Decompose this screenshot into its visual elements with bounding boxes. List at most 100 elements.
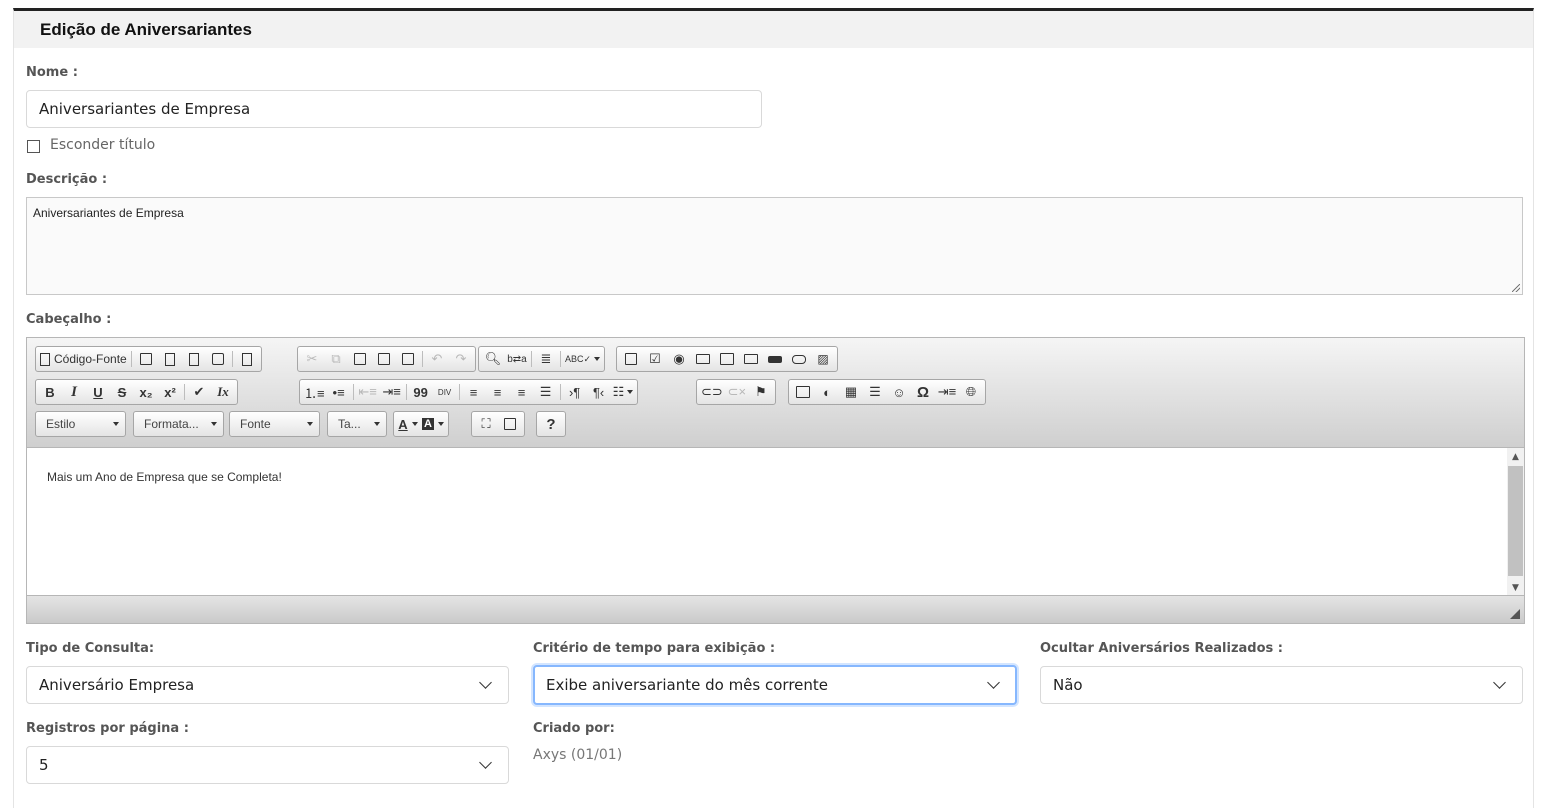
strike-button[interactable]: S [112, 382, 132, 402]
cut-button[interactable]: ✂ [302, 349, 322, 369]
justify-button[interactable]: ☰ [536, 382, 556, 402]
bold-button[interactable]: B [40, 382, 60, 402]
underline-icon: U [93, 384, 103, 400]
size-combo[interactable]: Ta... [327, 411, 387, 437]
nome-input[interactable]: Aniversariantes de Empresa [26, 90, 762, 128]
source-button[interactable]: Código-Fonte [40, 349, 127, 369]
text-color-icon: A [398, 416, 408, 432]
preview-button[interactable] [184, 349, 204, 369]
criterio-select[interactable]: Exibe aniversariante do mês corrente [533, 665, 1017, 705]
superscript-button[interactable]: x² [160, 382, 180, 402]
undo-button[interactable]: ↶ [427, 349, 447, 369]
bg-color-button[interactable]: A [422, 414, 444, 434]
print-button[interactable] [208, 349, 228, 369]
table-button[interactable]: ▦ [841, 382, 861, 402]
align-center-button[interactable]: ≡ [488, 382, 508, 402]
remove-format-icon: Ix [217, 384, 229, 399]
rtl-button[interactable]: ¶‹ [589, 382, 609, 402]
replace-button[interactable]: b⇄a [507, 349, 527, 369]
anchor-button[interactable]: ⚑ [751, 382, 771, 402]
esconder-titulo-checkbox[interactable] [27, 140, 40, 153]
subscript-button[interactable]: x₂ [136, 382, 156, 402]
bulleted-list-button[interactable]: •≡ [329, 382, 349, 402]
ocultar-value: Não [1053, 676, 1083, 694]
unlink-button[interactable]: ⊂× [727, 382, 747, 402]
text-field-button[interactable] [693, 349, 713, 369]
paste-text-button[interactable] [374, 349, 394, 369]
criterio-value: Exibe aniversariante do mês corrente [546, 676, 828, 694]
underline-button[interactable]: U [88, 382, 108, 402]
select-all-button[interactable]: ≣ [536, 349, 556, 369]
horizontal-rule-button[interactable]: ☰ [865, 382, 885, 402]
editor-content-text: Mais um Ano de Empresa que se Completa! [47, 470, 282, 484]
chevron-down-icon [211, 422, 217, 426]
italic-button[interactable]: I [64, 382, 84, 402]
div-button[interactable]: DIV [435, 382, 455, 402]
font-combo[interactable]: Fonte [229, 411, 320, 437]
link-button[interactable]: ⊂⊃ [701, 382, 723, 402]
blockquote-button[interactable]: 99 [411, 382, 431, 402]
indent-button[interactable]: ⇥≡ [382, 382, 402, 402]
select-button[interactable] [741, 349, 761, 369]
remove-format-button[interactable]: Ix [213, 382, 233, 402]
esconder-titulo-label[interactable]: Esconder título [50, 137, 155, 153]
ltr-button[interactable]: ›¶ [565, 382, 585, 402]
templates-button[interactable] [237, 349, 257, 369]
descricao-textarea[interactable]: Aniversariantes de Empresa [26, 197, 1523, 295]
copy-icon: ⧉ [331, 351, 341, 366]
tipo-consulta-select[interactable]: Aniversário Empresa [26, 666, 509, 704]
paste-button[interactable] [350, 349, 370, 369]
style-combo[interactable]: Estilo [35, 411, 126, 437]
paste-icon [354, 353, 366, 365]
flash-button[interactable]: ◐ [817, 382, 837, 402]
registros-select[interactable]: 5 [26, 746, 509, 784]
checkbox-button[interactable]: ☑ [645, 349, 665, 369]
language-button[interactable]: ☷ [613, 382, 634, 402]
help-icon: ? [546, 415, 556, 433]
resize-grip-icon[interactable] [1512, 284, 1520, 292]
resize-grip-icon[interactable] [1510, 609, 1520, 619]
find-button[interactable]: 🔍︎ [483, 349, 503, 369]
text-color-button[interactable]: A [398, 414, 418, 434]
numbered-list-button[interactable]: ⒈≡ [304, 382, 325, 402]
button-button[interactable] [765, 349, 785, 369]
page-title: Edição de Aniversariantes [40, 20, 252, 39]
ocultar-select[interactable]: Não [1040, 666, 1523, 704]
scroll-thumb[interactable] [1508, 466, 1523, 576]
align-right-button[interactable]: ≡ [512, 382, 532, 402]
scissors-icon: ✂ [306, 351, 318, 366]
copy-format-button[interactable]: ✔ [189, 382, 209, 402]
paste-word-button[interactable] [398, 349, 418, 369]
paste-text-icon [378, 353, 390, 365]
hidden-field-button[interactable]: ▨ [813, 349, 833, 369]
outdent-button[interactable]: ⇤≡ [358, 382, 378, 402]
redo-button[interactable]: ↷ [451, 349, 471, 369]
image-button-button[interactable] [789, 349, 809, 369]
tipo-consulta-value: Aniversário Empresa [39, 676, 195, 694]
special-char-button[interactable]: Ω [913, 382, 933, 402]
help-button[interactable]: ? [541, 414, 561, 434]
image-button[interactable] [793, 382, 813, 402]
scroll-up-icon[interactable]: ▲ [1507, 448, 1524, 465]
copy-button[interactable]: ⧉ [326, 349, 346, 369]
maximize-button[interactable]: ⛶ [476, 414, 496, 434]
iframe-button[interactable]: 🌐︎ [961, 382, 981, 402]
show-blocks-button[interactable] [500, 414, 520, 434]
paste-word-icon [402, 353, 414, 365]
toolbar-group-colors: A A [393, 411, 449, 437]
page-break-button[interactable]: ⇥≡ [937, 382, 957, 402]
scroll-down-icon[interactable]: ▼ [1507, 579, 1524, 596]
form-button[interactable] [621, 349, 641, 369]
editor-scrollbar[interactable]: ▲ ▼ [1507, 448, 1524, 596]
save-button[interactable] [136, 349, 156, 369]
format-combo[interactable]: Formata... [133, 411, 224, 437]
toolbar-group-document: Código-Fonte [35, 346, 262, 372]
smiley-icon: ☺ [892, 384, 906, 400]
editor-content[interactable]: Mais um Ano de Empresa que se Completa! [27, 448, 1507, 596]
spellcheck-button[interactable]: ABC✓ [565, 349, 601, 369]
radio-button[interactable]: ◉ [669, 349, 689, 369]
align-left-button[interactable]: ≡ [464, 382, 484, 402]
new-page-button[interactable] [160, 349, 180, 369]
smiley-button[interactable]: ☺ [889, 382, 909, 402]
textarea-button[interactable] [717, 349, 737, 369]
